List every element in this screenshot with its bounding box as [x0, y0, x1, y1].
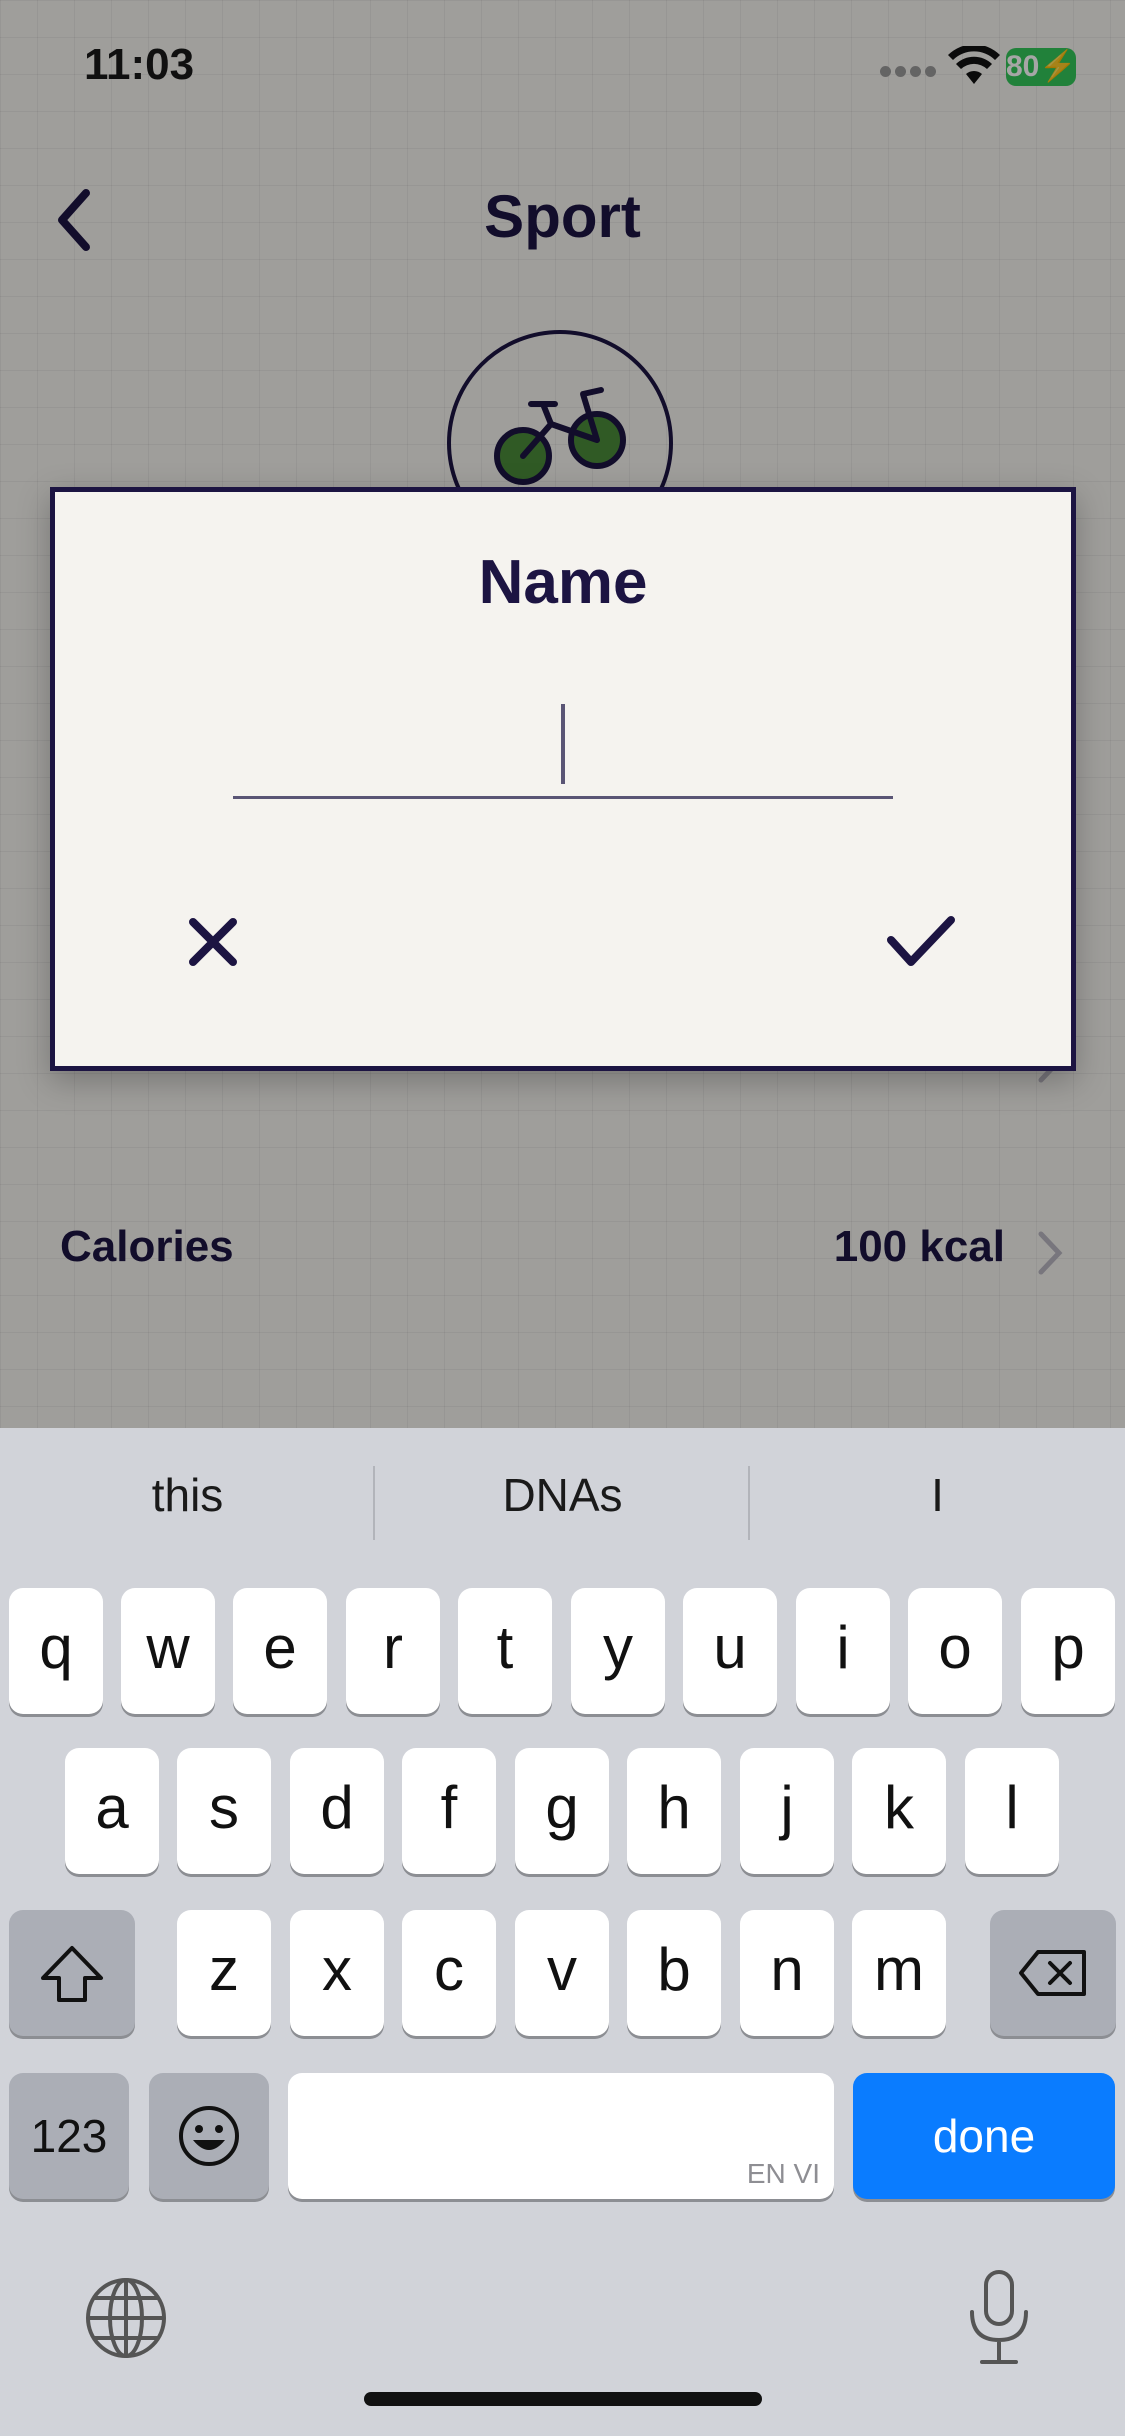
key-z[interactable]: z	[177, 1910, 271, 2036]
key-j[interactable]: j	[740, 1748, 834, 1874]
keyboard: this DNAs I q w e r t y u i o p a s d f …	[0, 1428, 1125, 2436]
dialog-title: Name	[478, 548, 648, 617]
key-v[interactable]: v	[515, 1910, 609, 2036]
key-y[interactable]: y	[571, 1588, 665, 1714]
key-d[interactable]: d	[290, 1748, 384, 1874]
key-i[interactable]: i	[796, 1588, 890, 1714]
shift-key[interactable]	[9, 1910, 135, 2036]
key-e[interactable]: e	[233, 1588, 327, 1714]
key-t[interactable]: t	[458, 1588, 552, 1714]
name-field[interactable]	[233, 692, 897, 799]
emoji-key[interactable]	[149, 2073, 269, 2199]
key-f[interactable]: f	[402, 1748, 496, 1874]
name-dialog: Name	[50, 487, 1076, 1071]
name-input[interactable]	[233, 692, 897, 798]
key-g[interactable]: g	[515, 1748, 609, 1874]
delete-key[interactable]	[990, 1910, 1116, 2036]
key-b[interactable]: b	[627, 1910, 721, 2036]
key-u[interactable]: u	[683, 1588, 777, 1714]
numbers-key[interactable]: 123	[9, 2073, 129, 2199]
suggestion-bar: this DNAs I	[0, 1428, 1125, 1578]
key-s[interactable]: s	[177, 1748, 271, 1874]
key-l[interactable]: l	[965, 1748, 1059, 1874]
key-q[interactable]: q	[9, 1588, 103, 1714]
key-c[interactable]: c	[402, 1910, 496, 2036]
text-cursor	[561, 704, 565, 784]
home-indicator[interactable]	[364, 2392, 762, 2406]
emoji-icon	[179, 2106, 239, 2166]
key-x[interactable]: x	[290, 1910, 384, 2036]
check-icon[interactable]	[885, 912, 957, 972]
key-p[interactable]: p	[1021, 1588, 1115, 1714]
backspace-icon	[1019, 1950, 1086, 1996]
suggestion-item[interactable]: I	[750, 1468, 1125, 1522]
key-r[interactable]: r	[346, 1588, 440, 1714]
suggestion-item[interactable]: this	[0, 1468, 375, 1522]
done-key[interactable]: done	[853, 2073, 1115, 2199]
key-k[interactable]: k	[852, 1748, 946, 1874]
key-m[interactable]: m	[852, 1910, 946, 2036]
microphone-icon[interactable]	[964, 2268, 1034, 2368]
keyboard-language: EN VI	[746, 2158, 820, 2189]
key-w[interactable]: w	[121, 1588, 215, 1714]
key-n[interactable]: n	[740, 1910, 834, 2036]
key-a[interactable]: a	[65, 1748, 159, 1874]
space-key[interactable]: EN VI	[288, 2073, 834, 2199]
close-icon[interactable]	[183, 912, 243, 972]
key-h[interactable]: h	[627, 1748, 721, 1874]
globe-icon[interactable]	[84, 2276, 168, 2360]
suggestion-item[interactable]: DNAs	[375, 1468, 750, 1522]
shift-icon	[41, 1946, 103, 2002]
key-o[interactable]: o	[908, 1588, 1002, 1714]
